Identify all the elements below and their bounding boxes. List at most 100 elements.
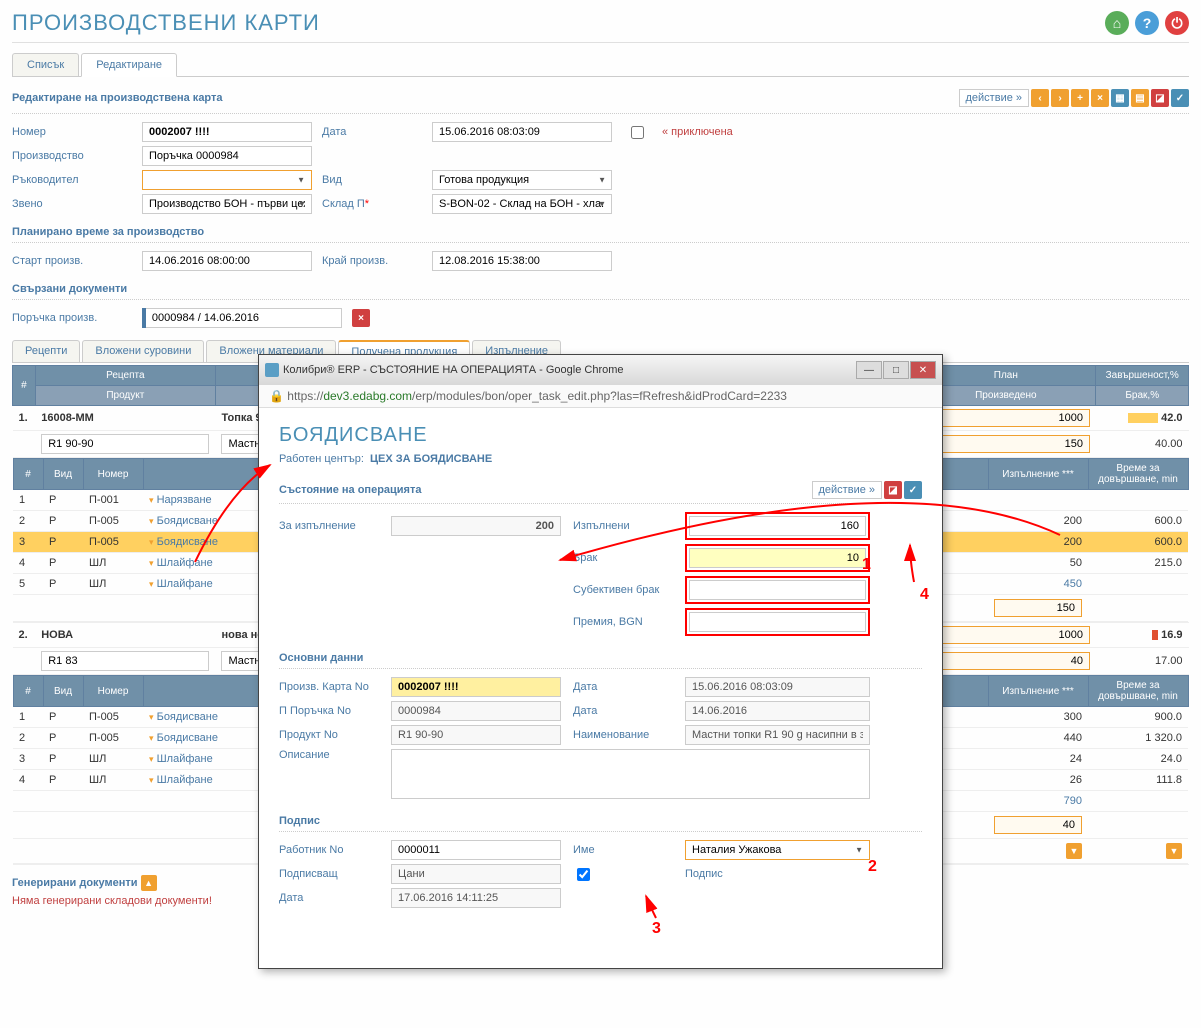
col-waste: Брак,% xyxy=(1096,386,1189,406)
wc-value: ЦЕХ ЗА БОЯДИСВАНЕ xyxy=(370,453,492,465)
product-name-input xyxy=(685,725,870,745)
order-label: Поръчка произв. xyxy=(12,312,132,324)
done-input[interactable] xyxy=(689,516,866,536)
delete-order-icon[interactable]: × xyxy=(352,309,370,327)
for-exec-label: За изпълнение xyxy=(279,520,379,532)
worker-name-label: Име xyxy=(573,844,673,856)
card-date-label: Дата xyxy=(573,681,673,693)
total-input[interactable] xyxy=(994,599,1082,617)
expand-icon[interactable]: ▲ xyxy=(141,875,157,891)
modal-save-icon[interactable]: ✓ xyxy=(904,481,922,499)
wc-label: Работен център: xyxy=(279,453,364,465)
inner-tab-recipes[interactable]: Рецепти xyxy=(12,340,80,362)
save-icon[interactable]: ✓ xyxy=(1171,89,1189,107)
recipe-code-input[interactable] xyxy=(41,434,209,454)
sign-date-label: Дата xyxy=(279,892,379,904)
production-input[interactable] xyxy=(142,146,312,166)
calc-icon[interactable]: ▦ xyxy=(1111,89,1129,107)
linked-docs-header: Свързани документи xyxy=(12,275,1189,300)
page-title: ПРОИЗВОДСТВЕНИ КАРТИ xyxy=(12,10,320,36)
produced-input[interactable] xyxy=(922,652,1090,670)
power-icon[interactable]: ⏻ xyxy=(1165,11,1189,35)
order-no-label: П Поръчка No xyxy=(279,705,379,717)
production-label: Производство xyxy=(12,150,132,162)
gen-docs-title: Генерирани документи xyxy=(12,877,138,889)
end-label: Край произв. xyxy=(322,255,422,267)
done-label: Изпълнени xyxy=(573,520,673,532)
modal-cancel-icon[interactable]: ◪ xyxy=(884,481,902,499)
warehouse-select[interactable] xyxy=(432,194,612,214)
manager-input[interactable] xyxy=(143,171,311,189)
card-no-input[interactable] xyxy=(391,677,561,697)
help-icon[interactable]: ? xyxy=(1135,11,1159,35)
copy-icon[interactable]: ▤ xyxy=(1131,89,1149,107)
bonus-label: Премия, BGN xyxy=(573,616,673,628)
unit-select[interactable] xyxy=(142,194,312,214)
desc-textarea[interactable] xyxy=(391,749,870,799)
start-input[interactable] xyxy=(142,251,312,271)
worker-name-input[interactable] xyxy=(686,841,869,859)
tab-list[interactable]: Списък xyxy=(12,53,79,76)
nav-del-icon[interactable]: × xyxy=(1091,89,1109,107)
end-input[interactable] xyxy=(432,251,612,271)
cancel-icon[interactable]: ◪ xyxy=(1151,89,1169,107)
app-icon xyxy=(265,363,279,377)
plan-input[interactable] xyxy=(922,409,1090,427)
subj-waste-label: Субективен брак xyxy=(573,584,673,596)
annotation-2: 2 xyxy=(868,858,877,876)
number-input[interactable] xyxy=(142,122,312,142)
type-select[interactable] xyxy=(432,170,612,190)
produced-input[interactable] xyxy=(922,435,1090,453)
number-label: Номер xyxy=(12,126,132,138)
plan-input[interactable] xyxy=(922,626,1090,644)
closed-label: « приключена xyxy=(662,126,802,138)
close-button[interactable]: ✕ xyxy=(910,361,936,379)
collapse-icon[interactable]: ▼ xyxy=(1066,843,1082,859)
total-input[interactable] xyxy=(994,816,1082,834)
date-label: Дата xyxy=(322,126,422,138)
product-no-label: Продукт No xyxy=(279,729,379,741)
tab-edit[interactable]: Редактиране xyxy=(81,53,177,77)
unit-label: Звено xyxy=(12,198,132,210)
order-no-input xyxy=(391,701,561,721)
window-title: Колибри® ERP - СЪСТОЯНИЕ НА ОПЕРАЦИЯТА -… xyxy=(283,364,624,376)
nav-new-icon[interactable]: + xyxy=(1071,89,1089,107)
warehouse-label: Склад П xyxy=(322,198,422,210)
card-date-input xyxy=(685,677,870,697)
annotation-3: 3 xyxy=(652,920,661,938)
modal-title: БОЯДИСВАНЕ xyxy=(279,424,922,447)
sign-checkbox[interactable] xyxy=(577,868,590,881)
closed-checkbox[interactable] xyxy=(626,126,649,139)
collapse-icon[interactable]: ▼ xyxy=(1166,843,1182,859)
url-bar: 🔒 https://dev3.edabg.com/erp/modules/bon… xyxy=(259,385,942,408)
nav-prev-icon[interactable]: › xyxy=(1051,89,1069,107)
home-icon[interactable]: ⌂ xyxy=(1105,11,1129,35)
col-product: Продукт xyxy=(35,386,215,406)
inner-tab-raw[interactable]: Вложени суровини xyxy=(82,340,204,362)
sign-date-input xyxy=(391,888,561,908)
annotation-4: 4 xyxy=(920,586,929,604)
modal-action-dropdown[interactable]: действие » xyxy=(812,481,883,499)
bonus-input[interactable] xyxy=(689,612,866,632)
maximize-button[interactable]: □ xyxy=(883,361,909,379)
sign-header: Подпис xyxy=(279,815,320,827)
action-dropdown[interactable]: действие » xyxy=(959,89,1030,107)
annotation-1: 1 xyxy=(862,556,871,574)
waste-label: Брак xyxy=(573,552,673,564)
order-input[interactable] xyxy=(146,308,342,328)
sign-chk-label: Подпис xyxy=(685,868,870,880)
worker-no-input[interactable] xyxy=(391,840,561,860)
date-input[interactable] xyxy=(432,122,612,142)
order-date-label: Дата xyxy=(573,705,673,717)
card-no-label: Произв. Карта No xyxy=(279,681,379,693)
subj-waste-input[interactable] xyxy=(689,580,866,600)
col-recipe: Рецепта xyxy=(35,366,215,386)
minimize-button[interactable]: — xyxy=(856,361,882,379)
desc-label: Описание xyxy=(279,749,379,761)
waste-input[interactable] xyxy=(689,548,866,568)
main-header: Основни данни xyxy=(279,652,363,664)
recipe-code-input[interactable] xyxy=(41,651,209,671)
nav-first-icon[interactable]: ‹ xyxy=(1031,89,1049,107)
col-idx: # xyxy=(13,366,36,406)
operation-state-modal: Колибри® ERP - СЪСТОЯНИЕ НА ОПЕРАЦИЯТА -… xyxy=(258,354,943,969)
